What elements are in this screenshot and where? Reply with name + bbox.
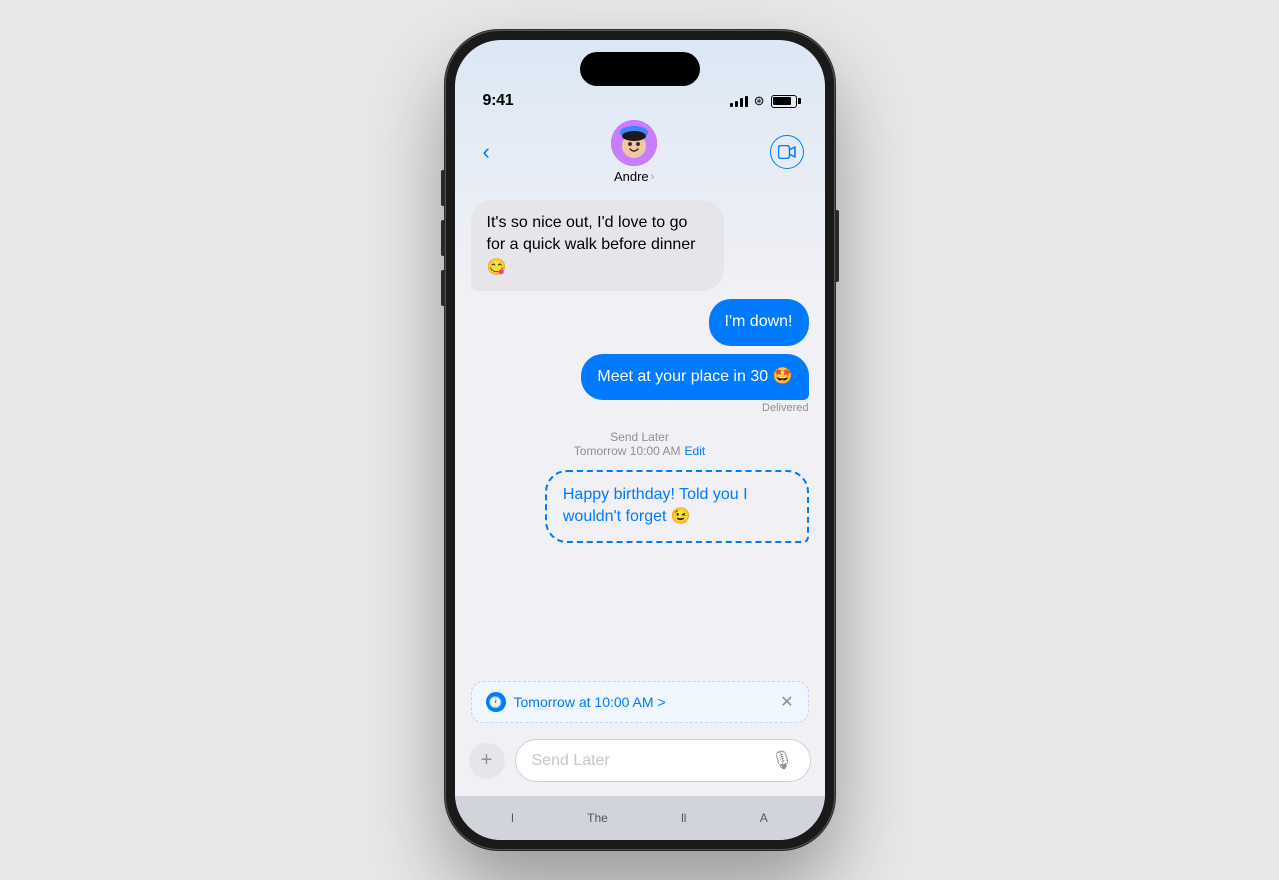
add-button[interactable]: + <box>469 743 505 779</box>
input-bar: + Send Later 🎙 <box>455 731 825 796</box>
messages-area: It's so nice out, I'd love to go for a q… <box>455 188 825 673</box>
signal-bars-icon <box>730 95 748 107</box>
avatar <box>611 120 657 166</box>
contact-name-label: Andre › <box>614 169 654 184</box>
schedule-banner-left: 🕐 Tomorrow at 10:00 AM > <box>486 692 666 712</box>
bubble-body-incoming-1: It's so nice out, I'd love to go for a q… <box>471 200 725 291</box>
scheduled-message-bubble: Happy birthday! Told you I wouldn't forg… <box>545 470 809 543</box>
wifi-icon: ⊛ <box>754 93 765 109</box>
input-placeholder[interactable]: Send Later <box>532 752 610 770</box>
kb-key-3[interactable]: ll <box>681 811 686 825</box>
bubble-body-outgoing-1: I'm down! <box>709 299 809 345</box>
send-later-time-row: Tomorrow 10:00 AM Edit <box>471 444 809 458</box>
back-button[interactable]: ‹ <box>475 135 498 169</box>
signal-bar-3 <box>740 98 743 107</box>
schedule-time-banner[interactable]: 🕐 Tomorrow at 10:00 AM > ✕ <box>471 681 809 723</box>
dynamic-island <box>580 52 700 86</box>
nav-header: ‹ <box>455 114 825 188</box>
mic-icon[interactable]: 🎙 <box>771 750 794 771</box>
clock-icon: 🕐 <box>486 692 506 712</box>
send-later-edit-button[interactable]: Edit <box>685 444 706 458</box>
schedule-banner-time[interactable]: Tomorrow at 10:00 AM > <box>514 694 666 710</box>
send-later-label: Send Later Tomorrow 10:00 AM Edit <box>471 430 809 458</box>
signal-bar-2 <box>735 101 738 107</box>
battery-icon <box>771 95 797 108</box>
send-later-time: Tomorrow 10:00 AM <box>574 444 681 458</box>
message-incoming-1: It's so nice out, I'd love to go for a q… <box>471 200 725 291</box>
keyboard-suggestion-bar: l The ll A <box>455 796 825 840</box>
delivered-status: Delivered <box>762 402 808 414</box>
bubble-body-outgoing-2: Meet at your place in 30 🤩 <box>581 354 808 400</box>
status-time: 9:41 <box>483 92 514 110</box>
battery-fill <box>773 97 791 105</box>
chevron-icon: › <box>651 171 655 183</box>
message-outgoing-group: I'm down! Meet at your place in 30 🤩 Del… <box>581 299 808 414</box>
phone-device: 9:41 ⊛ ‹ <box>445 30 835 850</box>
video-call-button[interactable] <box>770 135 804 169</box>
send-later-title: Send Later <box>471 430 809 444</box>
kb-key-2[interactable]: The <box>587 811 608 825</box>
contact-profile[interactable]: Andre › <box>611 120 657 184</box>
status-icons: ⊛ <box>730 93 797 109</box>
signal-bar-4 <box>745 96 748 107</box>
kb-key-1[interactable]: l <box>511 811 514 825</box>
close-schedule-button[interactable]: ✕ <box>780 692 793 712</box>
kb-key-4[interactable]: A <box>760 811 768 825</box>
signal-bar-1 <box>730 103 733 107</box>
message-input-wrap[interactable]: Send Later 🎙 <box>515 739 811 782</box>
status-bar: 9:41 ⊛ <box>455 86 825 114</box>
phone-screen: 9:41 ⊛ ‹ <box>455 40 825 840</box>
video-camera-icon <box>778 145 796 159</box>
